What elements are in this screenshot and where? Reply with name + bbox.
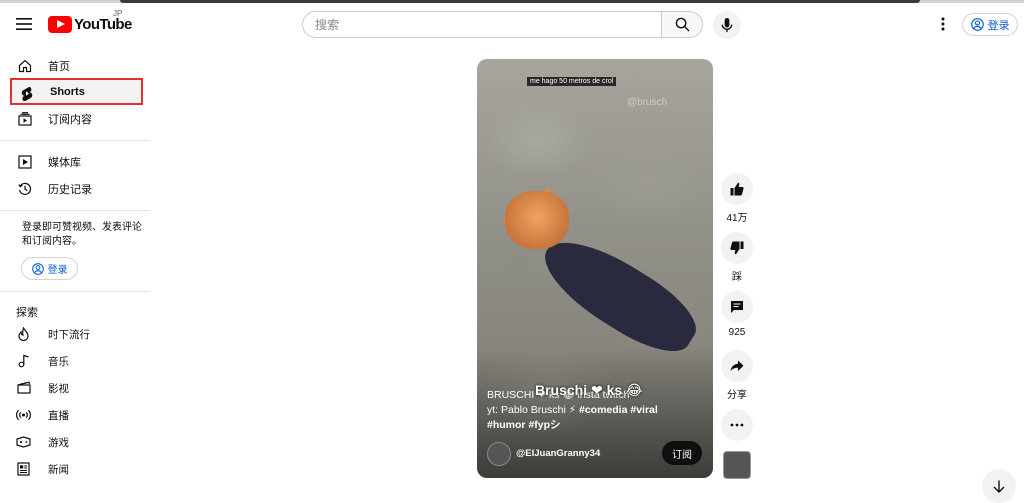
sidebar-divider bbox=[0, 291, 150, 292]
sidebar-item-label: 时下流行 bbox=[48, 329, 90, 341]
sidebar-item-live[interactable]: 直播 bbox=[10, 401, 143, 428]
more-horizontal-icon bbox=[730, 423, 744, 427]
sidebar-item-library[interactable]: 媒体库 bbox=[10, 148, 143, 175]
sidebar-item-label: 首页 bbox=[48, 60, 70, 73]
description-line: yt: Pablo Bruschi ⚡ #comedia #viral bbox=[487, 403, 707, 418]
dislike-button[interactable] bbox=[721, 232, 753, 264]
channel-avatar[interactable] bbox=[487, 442, 511, 466]
sidebar-divider bbox=[0, 140, 150, 141]
sign-in-label: 登录 bbox=[987, 19, 1010, 32]
sidebar-divider bbox=[0, 210, 150, 211]
search-placeholder: 搜索 bbox=[315, 18, 340, 32]
sidebar-sign-in-button[interactable]: 登录 bbox=[21, 257, 78, 280]
thumbs-up-icon bbox=[730, 182, 744, 196]
like-count: 41万 bbox=[726, 213, 748, 224]
more-actions-button[interactable] bbox=[721, 409, 753, 441]
shorts-video-player[interactable]: me hago 50 metros de crol @brusch BRUSCH… bbox=[477, 59, 713, 478]
sign-in-label: 登录 bbox=[47, 265, 68, 276]
trending-icon bbox=[16, 326, 31, 341]
sidebar-item-label: 订阅内容 bbox=[48, 113, 92, 126]
menu-button[interactable] bbox=[12, 12, 36, 36]
share-button[interactable] bbox=[721, 350, 753, 382]
search-button[interactable] bbox=[661, 11, 703, 38]
video-overlay-text: Bruschi ❤ ks 😂 bbox=[535, 382, 643, 398]
microphone-icon bbox=[721, 17, 733, 32]
search-icon bbox=[675, 17, 690, 32]
description-line: #humor #fypシ bbox=[487, 418, 707, 433]
explore-heading: 探索 bbox=[16, 307, 38, 319]
sidebar-item-label: 音乐 bbox=[48, 356, 69, 368]
sidebar-item-label: 游戏 bbox=[48, 437, 69, 449]
home-icon bbox=[17, 58, 32, 73]
movies-icon bbox=[16, 380, 31, 395]
hashtag-link[interactable]: #comedia bbox=[579, 404, 627, 416]
subscribe-button[interactable]: 订阅 bbox=[662, 441, 702, 465]
sidebar-item-label: 媒体库 bbox=[48, 156, 81, 169]
sidebar-item-news[interactable]: 新闻 bbox=[10, 455, 143, 482]
shorts-icon bbox=[19, 86, 34, 101]
news-icon bbox=[16, 461, 31, 476]
gaming-icon bbox=[16, 434, 31, 449]
video-caption: me hago 50 metros de crol bbox=[527, 77, 617, 86]
settings-menu-button[interactable] bbox=[934, 15, 952, 33]
region-code: JP bbox=[113, 9, 123, 18]
channel-name-link[interactable]: @ElJuanGranny34 bbox=[516, 448, 600, 459]
dislike-label: 踩 bbox=[732, 272, 742, 283]
sidebar-item-label: 新闻 bbox=[48, 464, 69, 476]
sidebar-item-shorts[interactable]: Shorts bbox=[10, 78, 143, 105]
video-frame-cat-head bbox=[505, 191, 569, 249]
more-vertical-icon bbox=[941, 17, 945, 31]
sidebar: 首页 Shorts 订阅内容 媒体库 历史记录 登录即可赞视频、发表评论和订阅内… bbox=[0, 48, 150, 493]
library-icon bbox=[17, 154, 32, 169]
subscriptions-icon bbox=[17, 111, 32, 126]
history-icon bbox=[17, 181, 32, 196]
sign-in-message: 登录即可赞视频、发表评论和订阅内容。 bbox=[22, 222, 142, 247]
comments-button[interactable] bbox=[721, 291, 753, 323]
description-text: yt: Pablo Bruschi ⚡ bbox=[487, 404, 579, 416]
account-icon bbox=[970, 18, 984, 31]
thumbs-down-icon bbox=[730, 241, 744, 255]
comment-count: 925 bbox=[728, 327, 746, 338]
sidebar-item-history[interactable]: 历史记录 bbox=[10, 175, 143, 202]
hashtag-link[interactable]: #fypシ bbox=[528, 419, 560, 431]
share-label: 分享 bbox=[727, 390, 747, 401]
comment-icon bbox=[731, 301, 743, 313]
sidebar-item-gaming[interactable]: 游戏 bbox=[10, 428, 143, 455]
like-button[interactable] bbox=[721, 173, 753, 205]
video-watermark: @brusch bbox=[627, 97, 668, 108]
sidebar-item-subscriptions[interactable]: 订阅内容 bbox=[10, 105, 143, 132]
browser-edge bbox=[0, 0, 1024, 3]
music-icon bbox=[16, 353, 31, 368]
sidebar-item-trending[interactable]: 时下流行 bbox=[10, 320, 143, 347]
sidebar-item-label: 历史记录 bbox=[48, 183, 92, 196]
youtube-play-icon bbox=[48, 15, 72, 33]
hashtag-link[interactable]: #humor bbox=[487, 419, 526, 431]
share-icon bbox=[730, 360, 744, 372]
sign-in-button[interactable]: 登录 bbox=[962, 13, 1018, 36]
sidebar-item-home[interactable]: 首页 bbox=[10, 52, 143, 79]
hamburger-icon bbox=[16, 18, 32, 30]
search-input[interactable]: 搜索 bbox=[302, 11, 662, 38]
account-icon bbox=[31, 262, 44, 275]
live-icon bbox=[16, 407, 31, 422]
sidebar-item-label: Shorts bbox=[50, 85, 85, 98]
logo-text: YouTube bbox=[74, 15, 132, 33]
hashtag-link[interactable]: #viral bbox=[630, 404, 657, 416]
sidebar-item-label: 影视 bbox=[48, 383, 69, 395]
arrow-down-icon bbox=[993, 480, 1005, 493]
video-frame-cat-body bbox=[530, 223, 708, 367]
sidebar-item-movies[interactable]: 影视 bbox=[10, 374, 143, 401]
voice-search-button[interactable] bbox=[713, 11, 741, 39]
sidebar-item-label: 直播 bbox=[48, 410, 69, 422]
next-video-button[interactable] bbox=[982, 469, 1016, 503]
youtube-logo[interactable]: YouTube JP bbox=[48, 9, 132, 33]
sidebar-item-music[interactable]: 音乐 bbox=[10, 347, 143, 374]
top-bar: YouTube JP 搜索 登录 bbox=[0, 0, 1024, 48]
sound-remix-thumbnail[interactable] bbox=[723, 451, 751, 479]
